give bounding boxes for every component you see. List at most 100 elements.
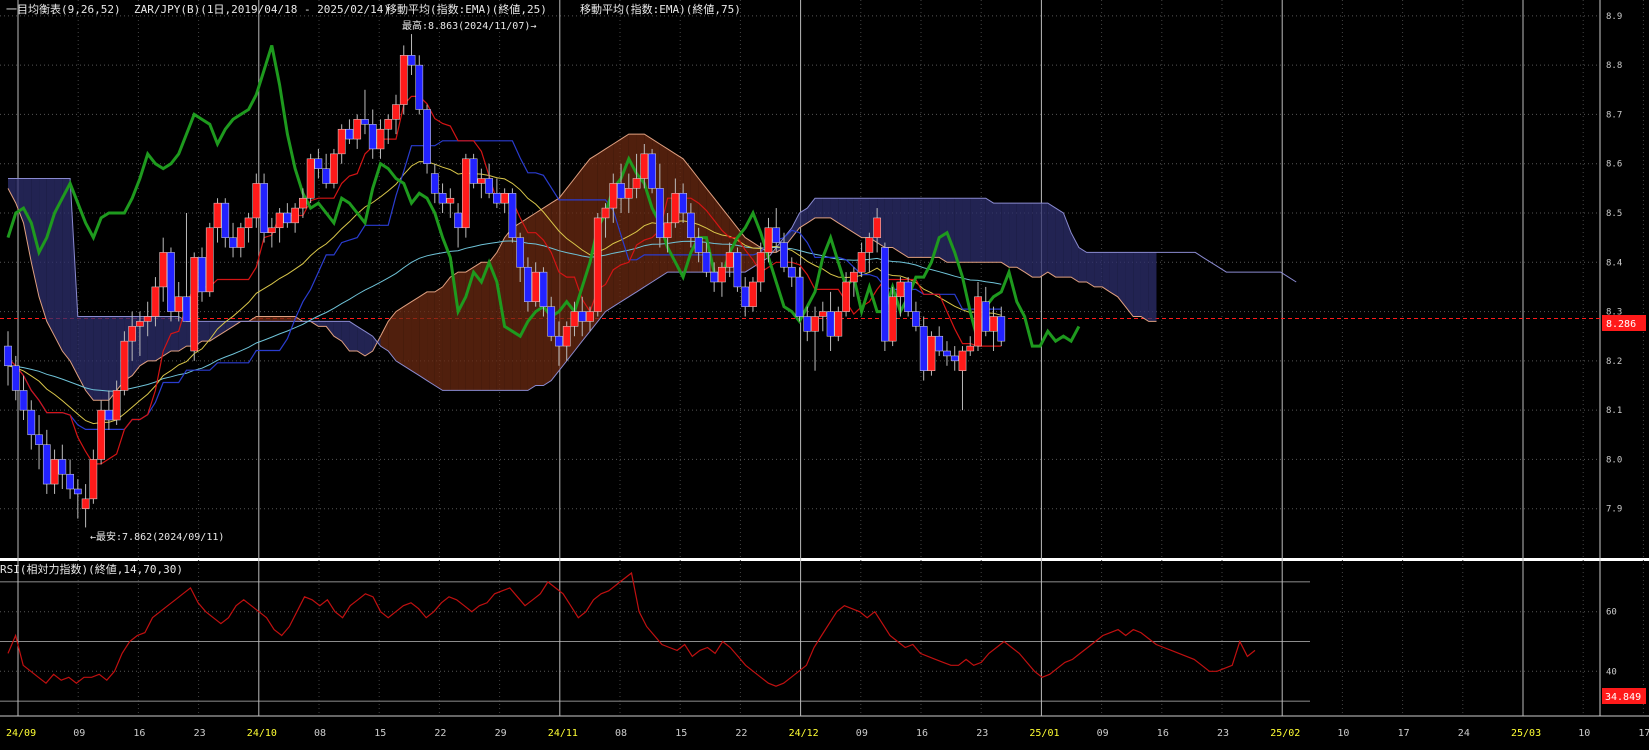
candle-body: [136, 321, 144, 327]
candle: [896, 277, 905, 317]
candle: [50, 449, 59, 494]
candle-body: [896, 281, 905, 298]
candle-body: [368, 124, 377, 150]
time-tick-label: 25/02: [1270, 728, 1300, 739]
candle-body: [159, 252, 168, 288]
candle: [345, 119, 354, 144]
cloud-segment: [1148, 252, 1157, 322]
cloud-segment: [892, 198, 901, 253]
cloud-segment: [108, 316, 117, 401]
candle-body: [524, 266, 532, 302]
candle: [749, 277, 757, 312]
candle-body: [764, 227, 773, 253]
ema25-label: 移動平均(指数:EMA)(終値,25): [386, 2, 547, 16]
cloud-segment: [962, 198, 971, 263]
candle-body: [826, 311, 835, 337]
candle-body: [570, 311, 579, 327]
time-tick-label: 24/12: [789, 728, 819, 739]
candle-body: [252, 183, 261, 219]
candle-body: [888, 296, 897, 342]
candle: [741, 277, 750, 317]
candle: [4, 331, 12, 386]
candle-body: [151, 286, 160, 317]
cloud-segment: [822, 198, 831, 218]
cloud-segment: [1078, 247, 1087, 282]
candle-body: [787, 266, 796, 278]
cloud-segment: [1024, 203, 1033, 278]
time-tick-label: 09: [73, 728, 85, 739]
candle-body: [919, 326, 928, 371]
candle-body: [430, 173, 439, 194]
cloud-segment: [815, 198, 823, 218]
cloud-segment: [923, 198, 932, 258]
candle-body: [376, 128, 385, 150]
candle-body: [834, 311, 843, 337]
candle: [997, 306, 1006, 347]
candle-body: [725, 252, 734, 268]
cloud-segment: [264, 316, 272, 322]
panel-divider: [0, 558, 1649, 561]
candle: [314, 148, 323, 179]
candle-body: [446, 197, 455, 204]
candle: [81, 484, 90, 528]
cloud-segment: [1094, 252, 1103, 287]
candle: [361, 89, 369, 135]
candle-body: [81, 498, 90, 509]
candle-body: [780, 242, 788, 268]
cloud-segment: [1125, 252, 1134, 317]
candle-body: [655, 188, 664, 238]
candle-body: [989, 316, 998, 332]
candle-body: [601, 207, 610, 219]
time-tick-label: 24/11: [548, 728, 578, 739]
time-tick-label: 24/10: [247, 728, 277, 739]
candle-body: [19, 390, 28, 411]
candle-body: [516, 237, 525, 268]
candle: [42, 429, 51, 494]
candle: [927, 331, 936, 376]
candle-body: [120, 340, 129, 391]
price-tick-label: 7.9: [1606, 505, 1622, 515]
price-tick-label: 8.2: [1606, 357, 1622, 367]
grid: [0, 0, 1649, 717]
cloud-segment: [458, 272, 466, 391]
cloud-segment: [101, 316, 109, 401]
candle: [89, 449, 98, 504]
time-tick-label: 24: [1458, 728, 1470, 739]
candle-body: [749, 281, 757, 307]
candle-body: [508, 193, 517, 238]
cloud-segment: [396, 306, 404, 366]
cloud-segment: [970, 198, 978, 263]
price-tick-label: 8.6: [1606, 160, 1622, 170]
candle: [198, 247, 206, 302]
cloud-segment: [1047, 203, 1056, 278]
candle-body: [547, 306, 556, 337]
candle-body: [353, 119, 362, 140]
candle-body: [27, 409, 36, 436]
candle: [950, 346, 959, 371]
cloud-segment: [714, 198, 722, 273]
cloud-segment: [70, 178, 78, 376]
time-tick-label: 09: [856, 728, 868, 739]
candle-body: [438, 193, 447, 204]
price-tick-label: 8.4: [1606, 258, 1622, 268]
cloud-segment: [256, 316, 265, 322]
candle-body: [454, 212, 462, 229]
candle: [275, 208, 284, 243]
candle-body: [198, 257, 206, 293]
candle-body: [330, 153, 338, 184]
candle-body: [213, 202, 222, 229]
candle-body: [236, 227, 245, 248]
candle-body: [958, 350, 967, 371]
cloud-segment: [985, 198, 994, 263]
time-tick-label: 29: [495, 728, 507, 739]
candle-body: [182, 296, 191, 322]
candle: [260, 173, 268, 243]
candle: [267, 217, 276, 248]
candle: [283, 203, 292, 228]
candle: [167, 247, 175, 322]
candle: [935, 326, 944, 356]
candle-body: [283, 212, 292, 224]
candle-body: [943, 350, 951, 357]
candle-body: [128, 326, 137, 342]
cloud-segment: [1133, 252, 1141, 317]
